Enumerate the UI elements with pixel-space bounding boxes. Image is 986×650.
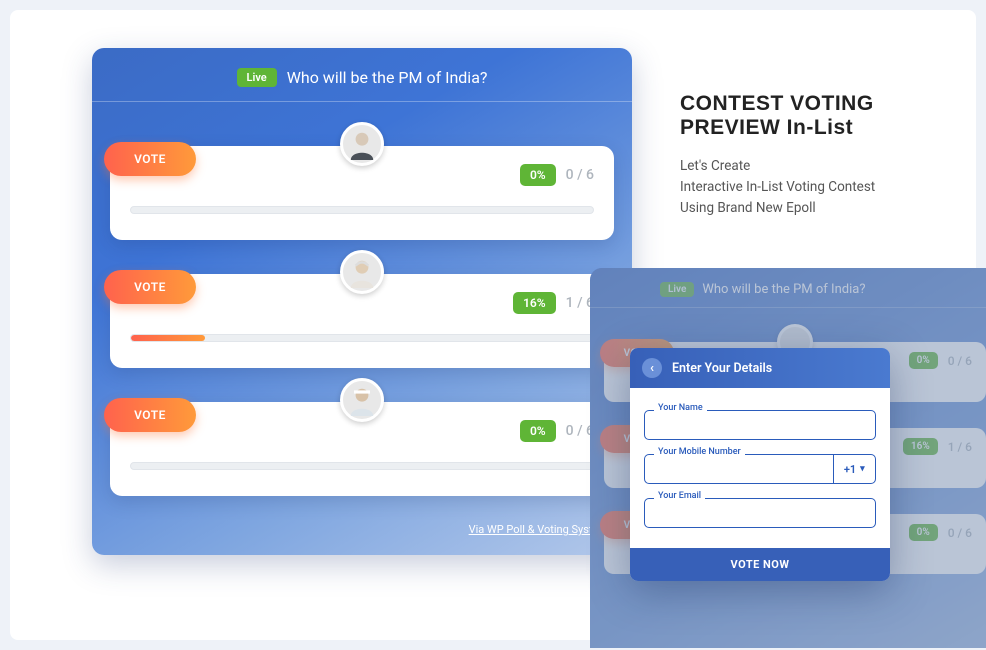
poll-footer: Via WP Poll & Voting System: [92, 512, 632, 537]
modal-header: ‹ Enter Your Details: [630, 348, 890, 388]
page-canvas: Live Who will be the PM of India? VOTE 0…: [10, 10, 976, 640]
info-sub-line: Interactive In-List Voting Contest: [680, 179, 875, 195]
info-sub-line: Using Brand New Epoll: [680, 200, 816, 216]
poll-card: Live Who will be the PM of India? VOTE 0…: [92, 48, 632, 555]
chevron-down-icon: ▾: [860, 464, 865, 474]
info-title-line: PREVIEW In-List: [680, 116, 853, 139]
candidate-avatar: [340, 378, 384, 422]
progress-track: [130, 462, 594, 470]
vote-button[interactable]: VOTE: [104, 270, 196, 304]
footer-credit-link[interactable]: Via WP Poll & Voting System: [469, 523, 608, 536]
poll-header: Live Who will be the PM of India?: [92, 48, 632, 102]
email-input[interactable]: [644, 498, 876, 528]
option-stats: 0% 0 / 6: [130, 164, 594, 186]
name-field: Your Name: [644, 410, 876, 440]
candidate-avatar: [340, 250, 384, 294]
chevron-left-icon: ‹: [650, 361, 654, 376]
option-stats: 16% 1 / 6: [130, 292, 594, 314]
email-field: Your Email: [644, 498, 876, 528]
voter-details-modal: ‹ Enter Your Details Your Name Your Mobi…: [630, 348, 890, 581]
vote-now-button[interactable]: VOTE NOW: [630, 548, 890, 581]
candidate-avatar: [340, 122, 384, 166]
progress-fill: [131, 335, 205, 341]
field-label: Your Mobile Number: [654, 447, 745, 457]
info-subtitle: Let's Create Interactive In-List Voting …: [680, 156, 960, 219]
mobile-field: Your Mobile Number +1 ▾: [644, 454, 876, 484]
info-sub-line: Let's Create: [680, 158, 750, 174]
info-title-line: CONTEST VOTING: [680, 92, 874, 115]
percent-badge: 0%: [520, 164, 556, 186]
poll-option: VOTE 0% 0 / 6: [110, 402, 614, 496]
percent-badge: 0%: [520, 420, 556, 442]
back-button[interactable]: ‹: [642, 358, 662, 378]
info-title: CONTEST VOTING PREVIEW In-List: [680, 92, 960, 140]
poll-option: VOTE 16% 1 / 6: [110, 274, 614, 368]
country-code-select[interactable]: +1 ▾: [833, 454, 876, 484]
modal-body: Your Name Your Mobile Number +1 ▾ Your E…: [630, 388, 890, 548]
progress-track: [130, 334, 594, 342]
country-code-value: +1: [844, 463, 856, 476]
vote-button[interactable]: VOTE: [104, 142, 196, 176]
vote-count: 0 / 6: [566, 167, 594, 183]
option-stats: 0% 0 / 6: [130, 420, 594, 442]
name-input[interactable]: [644, 410, 876, 440]
live-badge: Live: [237, 68, 277, 87]
info-panel: CONTEST VOTING PREVIEW In-List Let's Cre…: [680, 92, 960, 219]
percent-badge: 16%: [513, 292, 556, 314]
poll-options: VOTE 0% 0 / 6 VOTE 16%: [92, 102, 632, 512]
field-label: Your Name: [654, 403, 707, 413]
vote-button[interactable]: VOTE: [104, 398, 196, 432]
field-label: Your Email: [654, 491, 705, 501]
progress-track: [130, 206, 594, 214]
mobile-input[interactable]: [644, 454, 833, 484]
poll-option: VOTE 0% 0 / 6: [110, 146, 614, 240]
poll-title: Who will be the PM of India?: [287, 68, 488, 87]
modal-title: Enter Your Details: [672, 361, 772, 376]
